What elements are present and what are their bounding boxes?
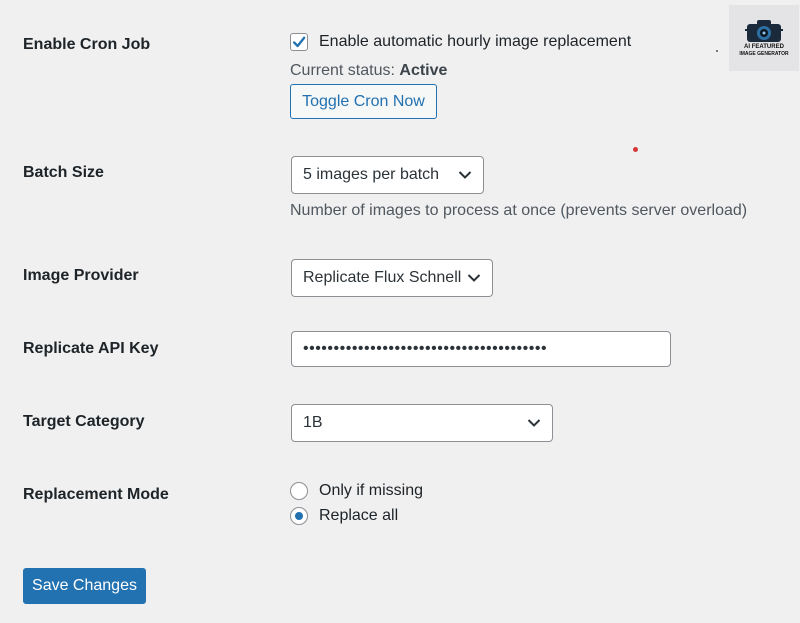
cron-checkbox-label[interactable]: Enable automatic hourly image replacemen… xyxy=(319,33,631,51)
red-dot-mark xyxy=(633,147,638,152)
batch-size-select[interactable]: 5 images per batch xyxy=(291,156,484,194)
checkmark-icon xyxy=(292,36,306,48)
chevron-down-icon xyxy=(467,274,481,282)
cron-label: Enable Cron Job xyxy=(23,36,151,53)
save-changes-button[interactable]: Save Changes xyxy=(23,568,146,604)
target-category-value: 1B xyxy=(303,414,323,431)
chevron-down-icon xyxy=(527,419,541,427)
batch-size-label: Batch Size xyxy=(23,164,104,181)
cron-status-prefix: Current status: xyxy=(290,62,395,79)
logo: AI FEATURED IMAGE GENERATOR xyxy=(729,5,799,71)
image-provider-label: Image Provider xyxy=(23,267,139,284)
chevron-down-icon xyxy=(458,171,472,179)
logo-text-1: AI FEATURED xyxy=(744,44,784,50)
cron-status: Current status: Active xyxy=(290,62,447,80)
batch-size-description: Number of images to process at once (pre… xyxy=(290,202,748,219)
cron-checkbox[interactable] xyxy=(290,33,308,51)
cron-status-value: Active xyxy=(399,62,448,79)
radio-replace-all-label[interactable]: Replace all xyxy=(319,507,398,525)
batch-size-value: 5 images per batch xyxy=(303,166,440,183)
toggle-cron-button[interactable]: Toggle Cron Now xyxy=(290,84,437,119)
radio-replace-all[interactable] xyxy=(290,507,308,525)
image-provider-value: Replicate Flux Schnell xyxy=(303,269,462,286)
speck-mark xyxy=(716,50,718,52)
image-provider-select[interactable]: Replicate Flux Schnell xyxy=(291,259,493,297)
logo-text-2: IMAGE GENERATOR xyxy=(739,51,789,57)
api-key-input[interactable]: •••••••••••••••••••••••••••••••••••••••• xyxy=(291,331,671,367)
replacement-mode-label: Replacement Mode xyxy=(23,486,169,503)
api-key-label: Replicate API Key xyxy=(23,340,159,357)
camera-icon xyxy=(745,20,783,42)
target-category-select[interactable]: 1B xyxy=(291,404,553,442)
radio-only-if-missing[interactable] xyxy=(290,482,308,500)
radio-only-if-missing-label[interactable]: Only if missing xyxy=(319,482,423,500)
target-category-label: Target Category xyxy=(23,413,145,430)
api-key-value: •••••••••••••••••••••••••••••••••••••••• xyxy=(303,340,548,357)
